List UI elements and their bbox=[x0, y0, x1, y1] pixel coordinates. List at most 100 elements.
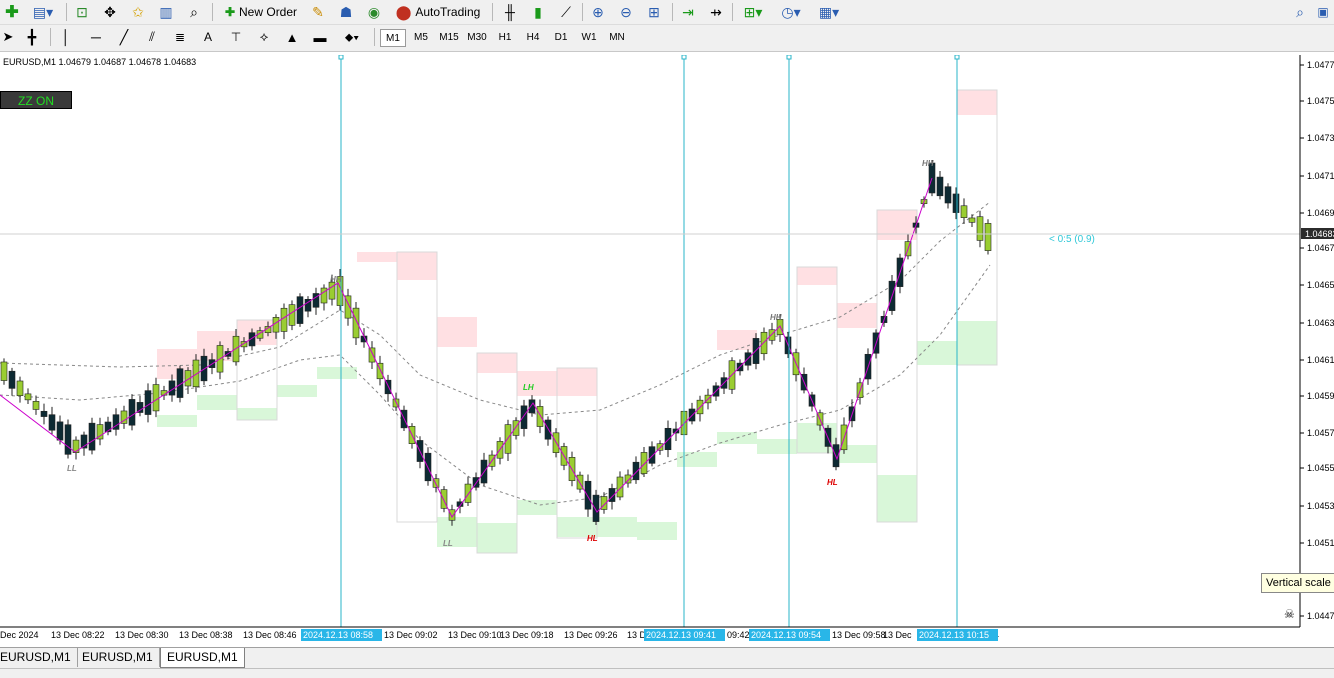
rectangle-icon[interactable]: ▬ bbox=[310, 27, 330, 47]
vertical-line-handle bbox=[338, 55, 344, 60]
line-chart-icon[interactable]: ⟋ bbox=[556, 2, 576, 22]
time-axis: Dec 2024 13 Dec 08:22 13 Dec 08:30 13 Dec 0… bbox=[0, 630, 999, 640]
candle bbox=[56, 421, 64, 441]
new-order-icon: ✚ bbox=[224, 5, 236, 19]
swing-label: HL bbox=[827, 478, 838, 487]
horizontal-line-icon[interactable]: ─ bbox=[86, 27, 106, 47]
text-icon[interactable]: A bbox=[198, 27, 218, 47]
vline-label: 2024.12.13 09:41 bbox=[646, 630, 716, 640]
profiles-icon[interactable]: ▤▾ bbox=[30, 2, 56, 22]
time-label: 13 Dec 09:10 bbox=[448, 630, 502, 640]
periods-icon[interactable]: ◷▾ bbox=[776, 2, 806, 22]
time-label: 09:42 bbox=[727, 630, 750, 640]
navigator-icon[interactable]: ▥ bbox=[156, 2, 176, 22]
drawing-toolbar: ➤ ╋ │ ─ ╱ ⫽ ≣ A ⊤ ⟡ ▲ ▬ ⬥▾ M1 M5 M15 M30… bbox=[0, 25, 1334, 52]
tf-d1[interactable]: D1 bbox=[548, 29, 574, 47]
price-chart[interactable]: 1.04770 1.04750 1.04730 1.04710 1.04690 1.046… bbox=[0, 55, 1334, 645]
time-label: 13 Dec 08:22 bbox=[51, 630, 105, 640]
chart-info: EURUSD,M1 1.04679 1.04687 1.04678 1.0468… bbox=[3, 57, 197, 67]
candle bbox=[944, 186, 952, 204]
radio-icon[interactable]: ◉ bbox=[364, 2, 384, 22]
auto-scroll-icon[interactable]: ⇥ bbox=[678, 2, 698, 22]
metaeditor-icon[interactable]: ✎ bbox=[308, 2, 328, 22]
supply-zone bbox=[357, 252, 397, 262]
price-label: 1.04630 bbox=[1307, 318, 1334, 328]
new-order-button[interactable]: ✚ New Order bbox=[220, 2, 302, 22]
price-label: 1.04470 bbox=[1307, 611, 1334, 621]
candle bbox=[288, 304, 296, 326]
crosshair-nav-icon[interactable]: ✥ bbox=[100, 2, 120, 22]
demand-zone bbox=[237, 408, 277, 420]
chart-shift-icon[interactable]: ⇸ bbox=[706, 2, 726, 22]
market-watch-icon[interactable]: ⊡ bbox=[72, 2, 92, 22]
vertical-line-handle bbox=[786, 55, 792, 60]
supply-zone bbox=[837, 303, 877, 328]
vertical-line-icon[interactable]: │ bbox=[58, 27, 74, 47]
indicators-icon[interactable]: ⊞▾ bbox=[738, 2, 768, 22]
tester-icon[interactable]: ⌕ bbox=[184, 2, 204, 22]
cursor-icon[interactable]: ➤ bbox=[0, 27, 16, 47]
fibonacci-icon[interactable]: ≣ bbox=[170, 27, 190, 47]
autotrading-button[interactable]: ⬤ AutoTrading bbox=[392, 2, 484, 22]
candle bbox=[0, 361, 8, 381]
candle bbox=[448, 509, 456, 521]
candle bbox=[544, 419, 552, 440]
tf-m5[interactable]: M5 bbox=[408, 29, 434, 47]
price-label: 1.04750 bbox=[1307, 96, 1334, 106]
demand-zone bbox=[597, 517, 637, 537]
trendline-icon[interactable]: ╱ bbox=[114, 27, 134, 47]
current-price-label: 1.04683 bbox=[1305, 229, 1334, 239]
candle bbox=[664, 427, 672, 451]
crosshair-icon[interactable]: ╋ bbox=[22, 27, 42, 47]
candle bbox=[280, 307, 288, 332]
templates-icon[interactable]: ▦▾ bbox=[814, 2, 844, 22]
candle bbox=[16, 380, 24, 396]
tf-m15[interactable]: M15 bbox=[436, 29, 462, 47]
tf-mn[interactable]: MN bbox=[604, 29, 630, 47]
supply-zone bbox=[797, 267, 837, 285]
candle bbox=[640, 452, 648, 474]
chat-icon[interactable]: ▣ bbox=[1314, 2, 1332, 22]
demand-zone bbox=[957, 321, 997, 365]
candle bbox=[40, 410, 48, 417]
favorites-icon[interactable]: ✩ bbox=[128, 2, 148, 22]
arrows-icon[interactable]: ⟡ bbox=[254, 27, 274, 47]
candlestick-icon[interactable]: ▮ bbox=[528, 2, 548, 22]
chart-tab[interactable]: EURUSD,M1 bbox=[0, 648, 78, 667]
tf-h4[interactable]: H4 bbox=[520, 29, 546, 47]
new-chart-icon[interactable]: ✚ bbox=[2, 2, 22, 22]
shapes-menu-icon[interactable]: ⬥▾ bbox=[338, 27, 366, 47]
chart-tabs: EURUSD,M1 EURUSD,M1 EURUSD,M1 bbox=[0, 647, 1334, 668]
tf-w1[interactable]: W1 bbox=[576, 29, 602, 47]
candle bbox=[968, 217, 976, 223]
demand-zone bbox=[877, 475, 917, 522]
time-label: Dec 2024 bbox=[0, 630, 39, 640]
tf-h1[interactable]: H1 bbox=[492, 29, 518, 47]
chart-tab-active[interactable]: EURUSD,M1 bbox=[160, 648, 245, 668]
equidistant-channel-icon[interactable]: ⫽ bbox=[142, 27, 162, 47]
tf-m30[interactable]: M30 bbox=[464, 29, 490, 47]
chart-tab[interactable]: EURUSD,M1 bbox=[76, 648, 160, 667]
supply-zone bbox=[557, 368, 597, 396]
signals-icon[interactable]: ☗ bbox=[336, 2, 356, 22]
candle bbox=[512, 420, 520, 436]
bar-chart-icon[interactable]: ╫ bbox=[500, 2, 520, 22]
text-label-icon[interactable]: ⊤ bbox=[226, 27, 246, 47]
candle bbox=[328, 281, 336, 300]
zoom-in-icon[interactable]: ⊕ bbox=[588, 2, 608, 22]
triangle-icon[interactable]: ▲ bbox=[282, 27, 302, 47]
demand-zone bbox=[517, 500, 557, 515]
candle bbox=[128, 399, 136, 426]
candle bbox=[152, 384, 160, 412]
demand-zone bbox=[757, 439, 797, 454]
zz-toggle-button[interactable]: ZZ ON bbox=[0, 91, 72, 109]
swing-label: LL bbox=[67, 464, 77, 473]
candle bbox=[32, 401, 40, 410]
time-label: 13 Dec 09:26 bbox=[564, 630, 618, 640]
tf-m1[interactable]: M1 bbox=[380, 29, 406, 47]
candle bbox=[936, 176, 944, 197]
search-icon[interactable]: ⌕ bbox=[1290, 2, 1310, 22]
demand-zone bbox=[277, 385, 317, 397]
tile-windows-icon[interactable]: ⊞ bbox=[644, 2, 664, 22]
zoom-out-icon[interactable]: ⊖ bbox=[616, 2, 636, 22]
